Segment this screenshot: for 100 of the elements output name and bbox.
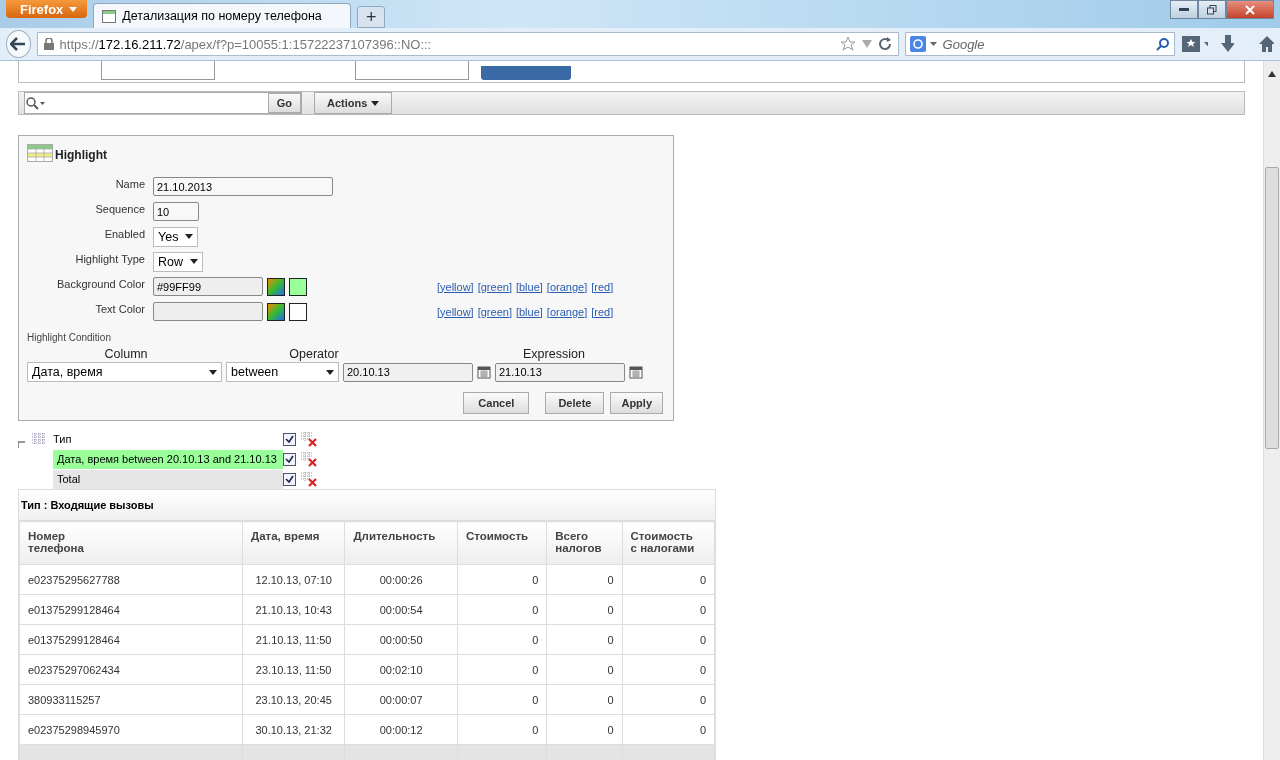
color-link[interactable]: [green]	[477, 305, 512, 318]
bookmarks-icon[interactable]	[1180, 35, 1209, 53]
column-header[interactable]: Стоимость с налогами	[622, 521, 715, 565]
table-cell: 23.10.13, 11:50	[242, 654, 345, 685]
caret-icon	[326, 369, 334, 375]
color-field[interactable]	[153, 302, 263, 321]
table-cell: 0	[546, 594, 623, 625]
table-cell: 12.10.13, 07:10	[242, 564, 345, 595]
star-icon[interactable]	[839, 36, 856, 52]
close-icon[interactable]	[1226, 0, 1274, 19]
actions-button[interactable]: Actions	[314, 92, 393, 114]
sequence-field[interactable]: 10	[153, 202, 199, 221]
page-icon	[102, 9, 117, 23]
expression-field[interactable]: 20.10.13	[343, 362, 473, 382]
color-picker-icon[interactable]	[267, 302, 285, 321]
table-cell: 0	[546, 564, 623, 595]
new-tab-button[interactable]: +	[357, 6, 386, 28]
caret-icon	[69, 6, 78, 12]
delete-filter-icon[interactable]	[300, 471, 318, 487]
column-header[interactable]: Стоимость	[457, 521, 547, 565]
table-cell: 00:02:10	[344, 654, 458, 685]
filter-group-icon	[32, 433, 46, 445]
table-cell: 0	[622, 594, 715, 625]
panel-button[interactable]: Apply	[610, 392, 663, 414]
table-cell: 23.10.13, 20:45	[242, 684, 345, 715]
checkbox[interactable]	[283, 452, 296, 466]
table-cell: 0	[457, 684, 547, 715]
table-cell: 0	[622, 624, 715, 655]
table-cell: e02375297062434	[19, 654, 243, 685]
scroll-up-icon[interactable]	[1268, 71, 1276, 77]
table-cell: 0	[546, 624, 623, 655]
field-label: Text Color	[94, 302, 145, 315]
color-link[interactable]: [yellow]	[437, 280, 474, 293]
checkbox[interactable]	[283, 432, 296, 446]
table-cell: e02375298945970	[19, 714, 243, 745]
scroll-thumb[interactable]	[1265, 167, 1279, 449]
filter-group-label: Тип	[53, 432, 73, 447]
browser-tab[interactable]: Детализация по номеру телефона	[93, 3, 352, 28]
back-arrow-icon	[10, 37, 27, 51]
input-field[interactable]	[355, 61, 469, 80]
calendar-icon[interactable]	[629, 365, 643, 379]
caret-icon	[209, 369, 217, 375]
caret-icon	[371, 100, 380, 106]
search-box[interactable]: Google	[904, 32, 1175, 56]
checkbox[interactable]	[283, 472, 296, 486]
color-link[interactable]: [red]	[591, 305, 614, 318]
table-cell: 21.10.13, 11:50	[242, 624, 345, 655]
color-link[interactable]: [yellow]	[437, 305, 474, 318]
delete-filter-icon[interactable]	[300, 431, 318, 447]
column-header[interactable]: Дата, время	[242, 521, 345, 565]
restore-icon[interactable]	[1198, 0, 1226, 19]
field-label: Name	[114, 177, 145, 190]
delete-filter-icon[interactable]	[300, 451, 318, 467]
panel-button[interactable]: Delete	[545, 392, 605, 414]
filter-label[interactable]: Дата, время between 20.10.13 and 21.10.13	[53, 449, 283, 469]
name-field[interactable]: 21.10.2013	[153, 177, 333, 196]
color-link[interactable]: [orange]	[546, 305, 588, 318]
table-cell: 0	[457, 624, 547, 655]
download-icon[interactable]	[1220, 35, 1235, 53]
color-link[interactable]: [orange]	[546, 280, 588, 293]
column-header[interactable]: Всего налогов	[546, 521, 623, 565]
operator-select[interactable]: between	[226, 362, 339, 382]
minimize-icon[interactable]	[1170, 0, 1198, 19]
color-picker-icon[interactable]	[267, 277, 285, 296]
table-cell: 30.10.13, 21:32	[242, 714, 345, 745]
color-field[interactable]: #99FF99	[153, 277, 263, 296]
color-link[interactable]: [blue]	[515, 280, 543, 293]
search-icon[interactable]	[1155, 37, 1170, 51]
table-cell: 00:00:12	[344, 714, 458, 745]
column-header[interactable]: Длительность	[344, 521, 458, 565]
color-link[interactable]: [red]	[591, 280, 614, 293]
table-cell: 0	[622, 564, 715, 595]
report-search-field[interactable]: Go	[24, 92, 302, 114]
select-field[interactable]: Yes	[153, 226, 198, 247]
caret-icon	[929, 42, 937, 46]
select-field[interactable]: Row	[153, 251, 203, 272]
table-cell: 0	[457, 594, 547, 625]
color-link[interactable]: [green]	[477, 280, 512, 293]
panel-button[interactable]: Cancel	[463, 392, 530, 414]
column-heading: Operator	[288, 347, 340, 361]
filter-label[interactable]: Total	[53, 469, 283, 489]
calendar-icon[interactable]	[477, 365, 491, 379]
field-label: Sequence	[94, 202, 145, 215]
field-label: Enabled	[103, 227, 145, 240]
go-button[interactable]: Go	[267, 93, 301, 113]
column-select[interactable]: Дата, время	[27, 362, 222, 382]
back-button[interactable]	[6, 30, 31, 58]
table-cell: 0	[546, 714, 623, 745]
address-bar[interactable]: https://172.16.211.72/apex/f?p=10055:1:15722237107396::NO:::	[36, 32, 899, 56]
table-cell: 0	[546, 684, 623, 715]
table-cell: 0	[457, 564, 547, 595]
color-link[interactable]: [blue]	[515, 305, 543, 318]
search-icon[interactable]	[25, 96, 47, 110]
input-field[interactable]	[101, 61, 215, 80]
lock-icon	[43, 38, 54, 50]
collapse-icon[interactable]	[18, 441, 26, 449]
expression-field[interactable]: 21.10.13	[495, 362, 625, 382]
home-icon[interactable]	[1258, 35, 1274, 53]
column-header[interactable]: Номер телефона	[19, 521, 243, 565]
reload-icon[interactable]	[877, 37, 892, 51]
